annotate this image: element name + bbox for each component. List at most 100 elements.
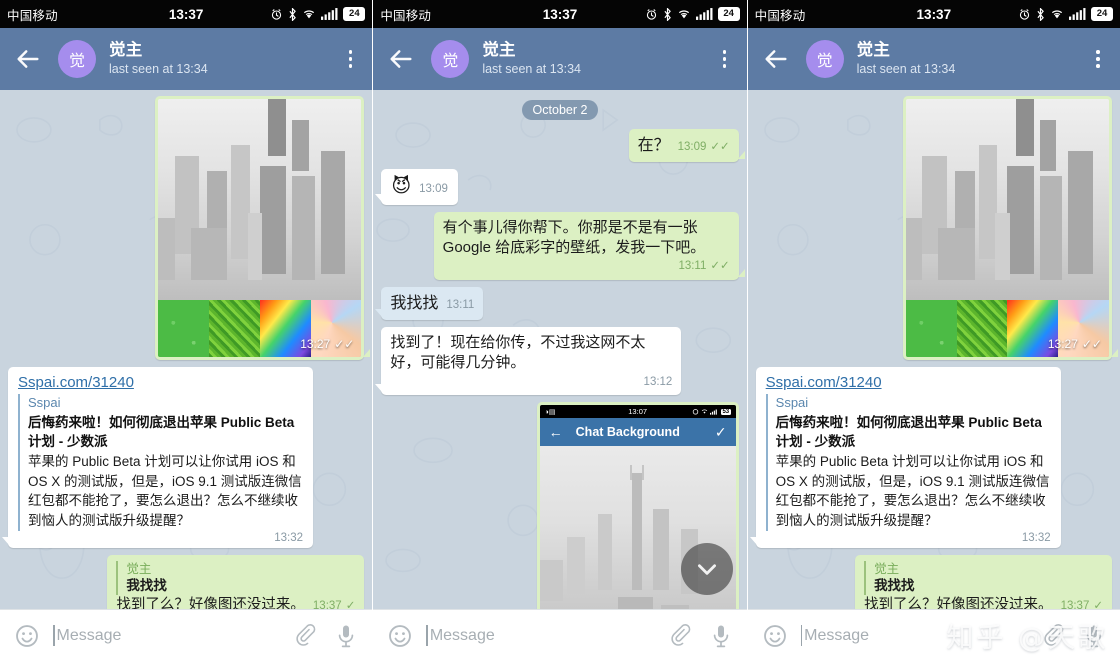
contact-status: last seen at 13:34	[856, 62, 956, 77]
chat-scroll-area[interactable]: October 2 在？ 13:09 ✓✓ 😈 13:09 有个事儿得你帮下。你那是不…	[373, 90, 747, 609]
message-placeholder: Message	[429, 626, 495, 644]
message-row: 找到了！现在给你传，不过我这网不太好，可能得几分钟。 13:12	[375, 326, 738, 396]
message-input[interactable]: Message	[426, 625, 648, 646]
chat-scroll-area[interactable]: 13:27 ✓✓ Sspai.com/31240 Sspai 后悔药来啦！如何彻…	[0, 90, 373, 609]
message-row: 觉主 我找找 找到了么？好像图还没过来。 13:37 ✓	[8, 554, 365, 609]
read-receipt-icon: ✓✓	[334, 337, 355, 351]
message-row: Sspai.com/31240 Sspai 后悔药来啦！如何彻底退出苹果 Pub…	[749, 367, 1112, 548]
avatar[interactable]: 觉	[58, 40, 96, 78]
preview-title: 后悔药来啦！如何彻底退出苹果 Public Beta 计划 - 少数派	[28, 414, 295, 449]
emoji-content: 😈	[391, 175, 412, 197]
paperclip-icon[interactable]	[1040, 623, 1064, 649]
back-arrow-icon[interactable]	[762, 45, 790, 73]
reply-message-bubble[interactable]: 觉主 我找找 找到了么？好像图还没过来。 13:37 ✓	[855, 554, 1112, 609]
avatar-letter: 觉	[68, 53, 85, 70]
photo-time-text: 13:27	[1047, 337, 1078, 351]
battery-icon: 24	[1090, 7, 1113, 21]
alarm-icon	[272, 8, 282, 20]
alarm-icon	[646, 8, 656, 20]
link-preview-bubble[interactable]: Sspai.com/31240 Sspai 后悔药来啦！如何彻底退出苹果 Pub…	[2, 367, 313, 548]
paperclip-icon[interactable]	[292, 623, 316, 649]
swatch-grass	[209, 300, 260, 357]
message-text: 我找找	[390, 294, 439, 312]
text-message-bubble[interactable]: 我找找 13:11	[375, 286, 484, 320]
avatar[interactable]: 觉	[431, 40, 470, 78]
overflow-menu-icon[interactable]	[342, 50, 362, 68]
wifi-icon	[1051, 10, 1063, 19]
message-timestamp: 13:32	[274, 531, 303, 544]
microphone-icon[interactable]	[334, 623, 358, 649]
avatar[interactable]: 觉	[805, 40, 844, 78]
preview-link[interactable]: Sspai.com/31240	[18, 374, 303, 391]
overflow-menu-icon[interactable]	[717, 50, 737, 68]
back-arrow-icon[interactable]	[387, 45, 415, 73]
app-bar: 觉 觉主 last seen at 13:34	[373, 28, 747, 90]
app-bar: 觉 觉主 last seen at 13:34	[747, 28, 1120, 90]
avatar-letter: 觉	[442, 53, 459, 70]
quoted-reply[interactable]: 觉主 我找找	[116, 560, 355, 596]
read-receipt-icon: ✓✓	[710, 260, 730, 273]
message-row: 😈 13:09	[375, 168, 738, 205]
chat-scroll-area[interactable]: 13:27 ✓✓ Sspai.com/31240 Sspai 后悔药来啦！如何彻…	[747, 90, 1120, 609]
message-composer[interactable]: Message	[373, 609, 747, 661]
contact-name: 觉主	[482, 40, 516, 59]
message-composer[interactable]: Message	[747, 609, 1120, 661]
quoted-author: 觉主	[126, 561, 152, 576]
status-bar: 中国移动 13:37 24	[0, 0, 373, 28]
screenshot-clock: 13:07	[628, 407, 648, 417]
quoted-author: 觉主	[874, 561, 900, 576]
photo-time-text: 13:27	[300, 337, 331, 351]
message-timestamp: 13:37	[312, 600, 342, 609]
message-timestamp: 13:12	[643, 375, 673, 388]
preview-link[interactable]: Sspai.com/31240	[766, 374, 1051, 391]
back-arrow-icon[interactable]	[14, 45, 42, 73]
photo-attachment[interactable]: 13:27 ✓✓	[158, 99, 362, 357]
read-receipt-icon: ✓✓	[1081, 337, 1102, 351]
message-row: 我找找 13:11	[375, 286, 738, 320]
photo-message-bubble[interactable]: 13:27 ✓✓	[155, 96, 371, 360]
smiley-icon[interactable]	[387, 623, 413, 649]
signal-icon	[1068, 8, 1086, 20]
message-composer[interactable]: Message	[0, 609, 373, 661]
scroll-to-bottom-button[interactable]	[680, 543, 733, 595]
contact-titles[interactable]: 觉主 last seen at 13:34	[857, 41, 1090, 77]
contact-titles[interactable]: 觉主 last seen at 13:34	[109, 41, 342, 77]
preview-site: Sspai	[28, 395, 61, 410]
bluetooth-icon	[664, 7, 671, 21]
microphone-icon[interactable]	[709, 623, 733, 649]
check-icon[interactable]: ✓	[715, 424, 727, 441]
emoji-message-bubble[interactable]: 😈 13:09	[375, 168, 458, 205]
paperclip-icon[interactable]	[667, 623, 691, 649]
smiley-icon[interactable]	[762, 623, 788, 649]
screenshot-status-bar: ◑▤ 13:07 53	[539, 405, 736, 419]
three-panel-screenshot-comparison: 中国移动 13:37 24 觉 觉主 last seen at 13:34 13…	[0, 0, 1120, 661]
text-message-bubble[interactable]: 有个事儿得你帮下。你那是不是有一张 Google 给底彩字的壁纸，发我一下吧。 …	[433, 211, 745, 280]
text-message-bubble[interactable]: 找到了！现在给你传，不过我这网不太好，可能得几分钟。 13:12	[375, 326, 682, 396]
microphone-icon[interactable]	[1082, 623, 1106, 649]
overflow-menu-icon[interactable]	[1090, 50, 1110, 68]
quoted-reply[interactable]: 觉主 我找找	[864, 560, 1103, 596]
message-input[interactable]: Message	[800, 625, 1022, 646]
smiley-icon[interactable]	[14, 623, 40, 649]
photo-timestamp: 13:27 ✓✓	[1048, 337, 1102, 351]
contact-name: 觉主	[109, 40, 143, 59]
message-row: 在？ 13:09 ✓✓	[381, 129, 745, 162]
link-preview-bubble[interactable]: Sspai.com/31240 Sspai 后悔药来啦！如何彻底退出苹果 Pub…	[749, 367, 1061, 548]
wifi-icon	[678, 10, 689, 19]
contact-titles[interactable]: 觉主 last seen at 13:34	[482, 41, 716, 77]
wifi-icon	[304, 10, 315, 19]
read-receipt-icon: ✓✓	[710, 141, 730, 153]
message-placeholder: Message	[56, 626, 122, 644]
message-timestamp: 13:32	[1021, 531, 1051, 544]
message-input[interactable]: Message	[53, 625, 274, 646]
preview-quote: Sspai 后悔药来啦！如何彻底退出苹果 Public Beta 计划 - 少数…	[765, 394, 1051, 531]
message-text: 在？	[637, 137, 670, 154]
screenshot-title: Chat Background	[575, 425, 680, 440]
text-message-bubble[interactable]: 在？ 13:09 ✓✓	[628, 129, 745, 162]
back-arrow-icon[interactable]: ←	[549, 424, 563, 440]
reply-message-bubble[interactable]: 觉主 我找找 找到了么？好像图还没过来。 13:37 ✓	[107, 554, 365, 609]
photo-attachment[interactable]: 13:27 ✓✓	[905, 99, 1109, 357]
battery-icon: 24	[717, 7, 740, 21]
photo-message-bubble[interactable]: 13:27 ✓✓	[902, 96, 1118, 360]
alarm-icon	[1019, 8, 1030, 20]
